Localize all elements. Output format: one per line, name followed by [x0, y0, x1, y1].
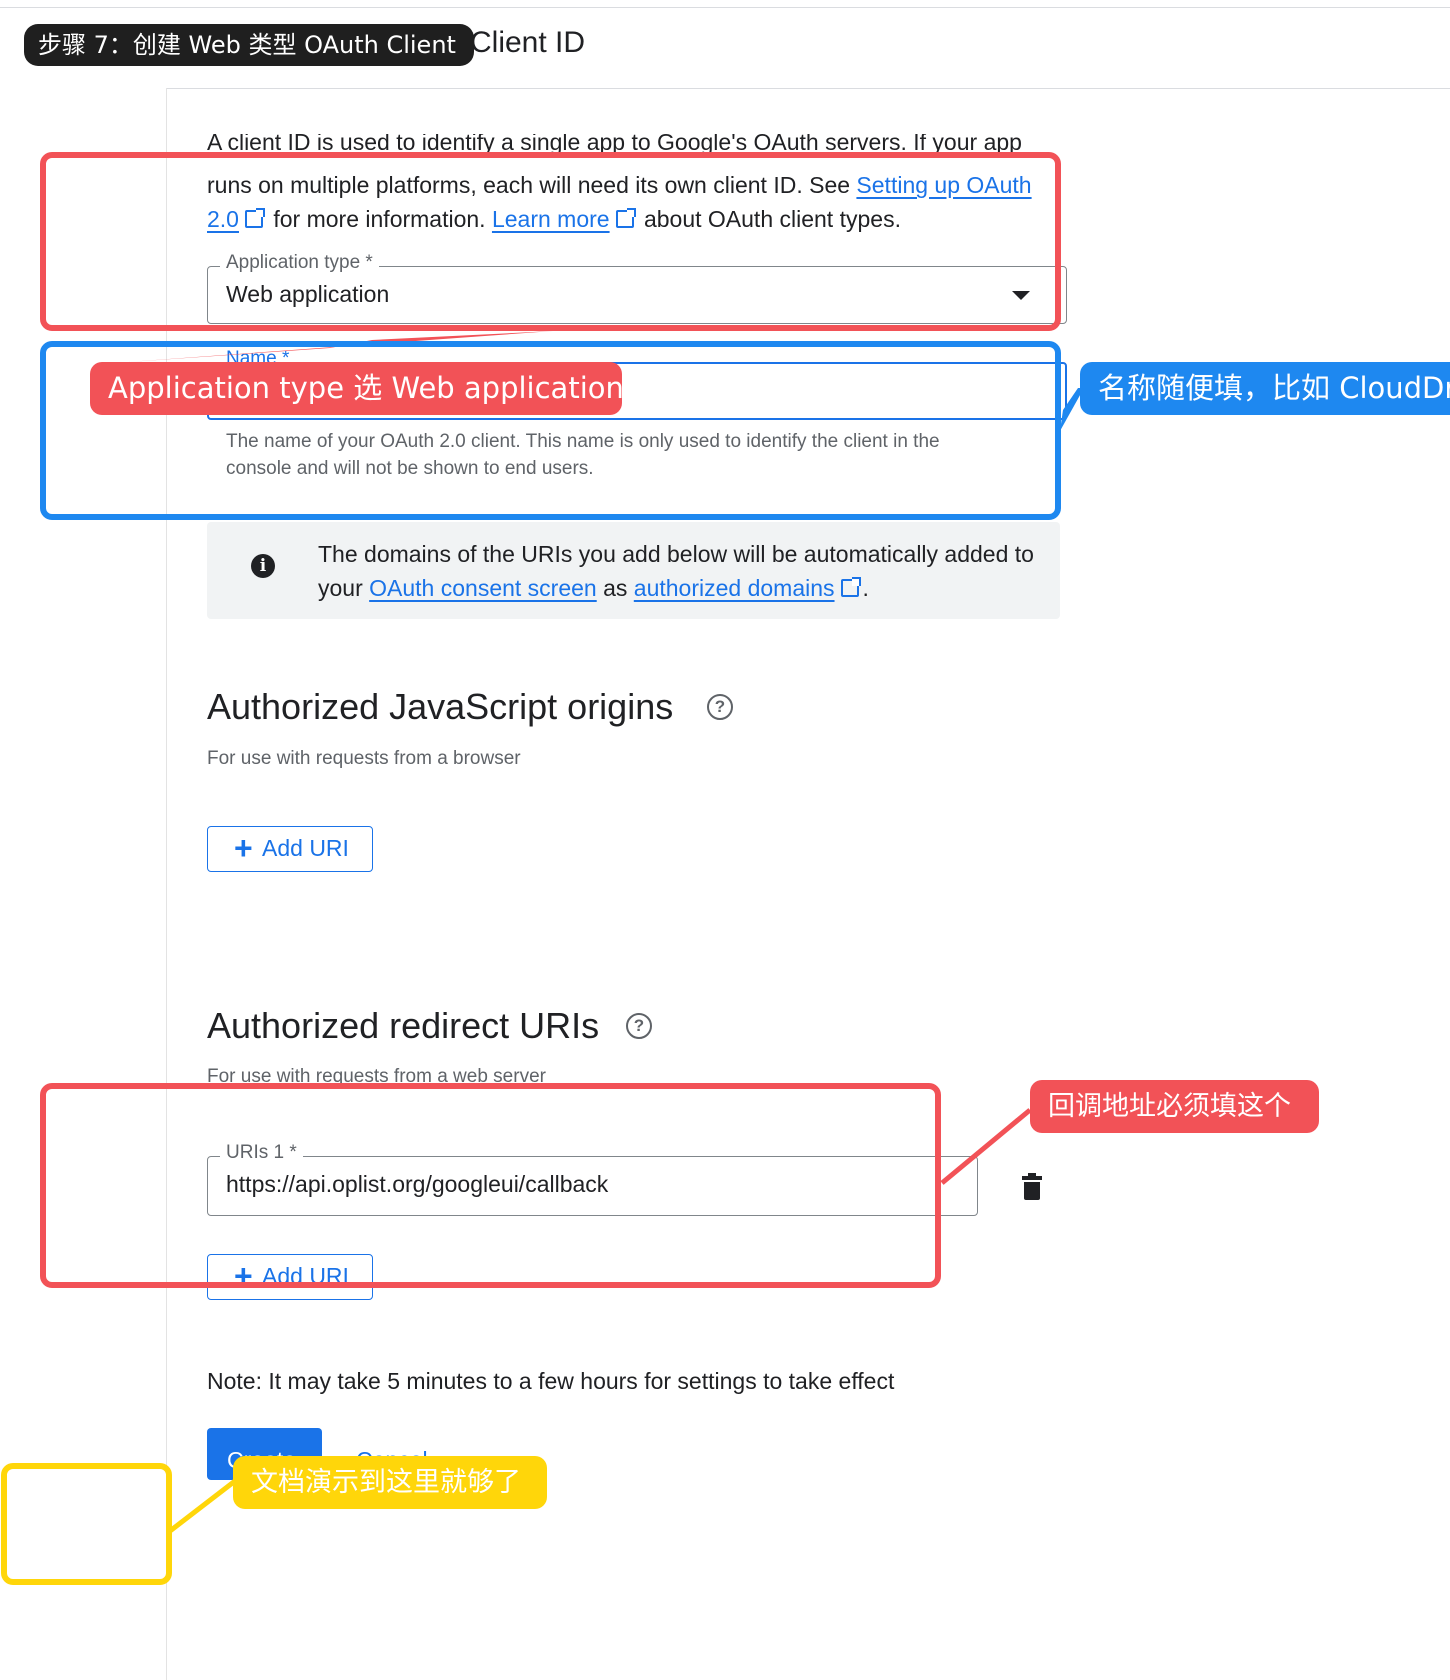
highlight-corner: [1, 1463, 172, 1585]
callout-application-type: Application type 选 Web application: [90, 362, 622, 415]
callout-name: 名称随便填，比如 CloudDri: [1080, 362, 1450, 415]
red-connector: [940, 1108, 1032, 1185]
yellow-connector: [168, 1479, 237, 1533]
callout-enough: 文档演示到这里就够了: [233, 1456, 547, 1509]
callout-redirect: 回调地址必须填这个: [1030, 1080, 1319, 1133]
highlight-application-type: [40, 152, 1061, 331]
step-badge: 步骤 7：创建 Web 类型 OAuth Client: [24, 24, 474, 66]
highlight-redirect-uri: [40, 1083, 941, 1288]
